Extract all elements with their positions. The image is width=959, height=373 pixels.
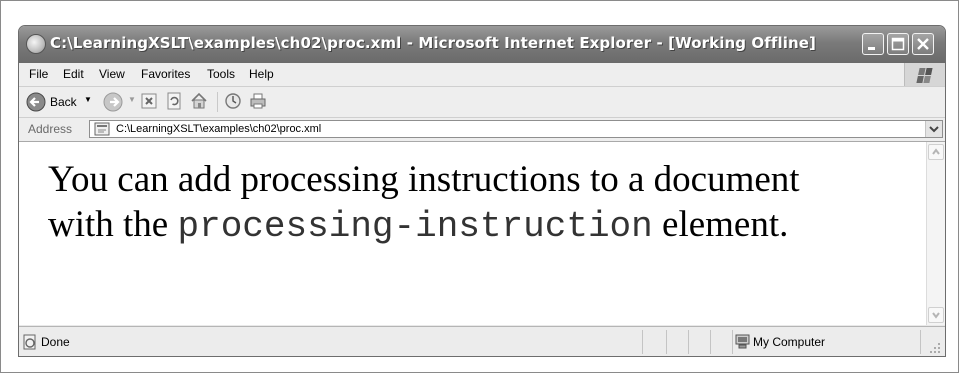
back-label: Back [50,95,77,109]
ie-page-icon [23,334,36,350]
history-icon [225,93,241,109]
toolbar-separator [217,92,218,112]
window-title: C:\LearningXSLT\examples\ch02\proc.xml -… [50,34,816,52]
standard-toolbar: Back ▼ ▼ [19,87,945,118]
forward-dropdown-icon: ▼ [128,95,136,104]
menu-tools[interactable]: Tools [207,67,235,81]
refresh-icon [167,92,181,110]
home-icon [191,92,207,109]
home-button[interactable] [190,92,210,112]
back-button[interactable]: Back ▼ [26,92,92,112]
title-bar[interactable]: C:\LearningXSLT\examples\ch02\proc.xml -… [19,26,945,63]
chevron-up-icon [932,148,940,155]
menu-view[interactable]: View [99,67,125,81]
status-divider [710,330,711,354]
document-line-2: with the processing-instruction element. [48,202,800,249]
print-button[interactable] [249,92,269,112]
menu-bar: File Edit View Favorites Tools Help [19,63,945,87]
chevron-down-icon [932,312,940,319]
close-button[interactable] [912,33,934,55]
chevron-down-icon [929,126,939,133]
my-computer-icon [735,334,750,349]
minimize-button[interactable] [862,33,884,55]
status-divider [642,330,643,354]
status-text: Done [41,335,70,349]
address-label: Address [28,122,73,136]
status-divider [666,330,667,354]
address-dropdown-button[interactable] [925,121,942,137]
stop-button[interactable] [140,92,160,112]
line-2-after: element. [652,204,789,245]
forward-arrow-icon [103,92,123,112]
line-2-before: with the [48,204,178,245]
forward-button[interactable]: ▼ [103,92,137,112]
status-divider [920,330,921,354]
browser-window: C:\LearningXSLT\examples\ch02\proc.xml -… [18,25,946,357]
back-dropdown-icon: ▼ [84,95,92,104]
scroll-down-button[interactable] [928,307,944,323]
back-arrow-icon [26,92,46,112]
menu-file[interactable]: File [29,67,48,81]
vertical-scrollbar[interactable] [926,142,945,325]
status-divider [732,330,733,354]
document-text: You can add processing instructions to a… [48,157,800,249]
status-divider [688,330,689,354]
resize-grip-icon[interactable] [929,342,941,354]
maximize-button[interactable] [887,33,909,55]
minimize-icon [868,47,875,50]
history-button[interactable] [224,92,244,112]
ie-page-icon [26,34,46,54]
stop-icon [141,93,157,109]
address-input[interactable]: C:\LearningXSLT\examples\ch02\proc.xml [89,120,943,138]
address-bar: Address C:\LearningXSLT\examples\ch02\pr… [19,118,945,142]
document-line-1: You can add processing instructions to a… [48,159,800,200]
windows-logo-icon [904,63,945,86]
menu-help[interactable]: Help [249,67,274,81]
security-zone-label: My Computer [753,335,826,349]
scroll-up-button[interactable] [928,144,944,160]
page-content: You can add processing instructions to a… [19,142,926,325]
print-icon [250,93,266,109]
status-bar: Done My Computer [19,326,945,356]
maximize-icon [891,37,905,51]
address-url: C:\LearningXSLT\examples\ch02\proc.xml [116,123,322,135]
close-icon [917,38,929,50]
menu-edit[interactable]: Edit [63,67,84,81]
refresh-button[interactable] [165,92,185,112]
menu-favorites[interactable]: Favorites [141,67,190,81]
xml-page-icon [94,122,110,136]
code-processing-instruction: processing-instruction [177,206,653,247]
